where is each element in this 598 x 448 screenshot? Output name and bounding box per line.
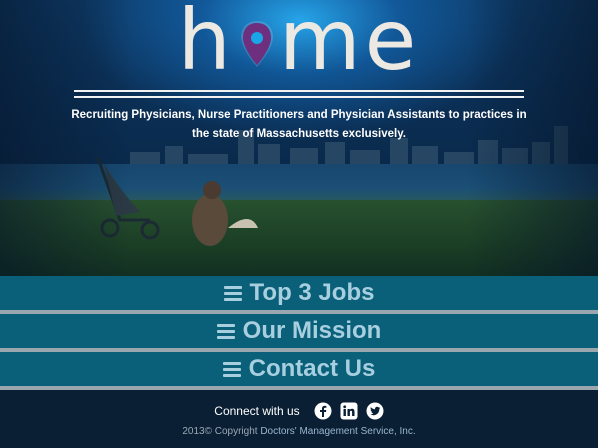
logo-text-right: me xyxy=(278,0,421,89)
logo-text-left: h xyxy=(177,0,235,89)
location-pin-icon xyxy=(235,0,279,67)
tagline: Recruiting Physicians, Nurse Practitione… xyxy=(71,109,527,140)
copyright: 2013© Copyright Doctors' Management Serv… xyxy=(0,426,598,437)
menu-item-our-mission[interactable]: Our Mission xyxy=(0,314,598,352)
copyright-prefix: 2013© Copyright xyxy=(182,426,258,437)
menu-icon xyxy=(216,321,235,342)
divider-top xyxy=(74,90,524,92)
park-scene xyxy=(96,157,258,246)
menu-item-label: Top 3 Jobs xyxy=(249,279,375,306)
connect-row: Connect with us xyxy=(0,402,598,420)
company-link[interactable]: Doctors' Management Service, Inc. xyxy=(260,426,415,437)
menu-icon xyxy=(223,283,242,304)
facebook-icon[interactable] xyxy=(314,402,332,420)
hero-banner: h me Recruiting Physicians, Nurse Practi… xyxy=(0,0,598,276)
site-logo[interactable]: h me xyxy=(0,0,598,90)
divider-bottom xyxy=(74,96,524,98)
main-menu: Top 3 Jobs Our Mission Contact Us xyxy=(0,276,598,390)
connect-label: Connect with us xyxy=(214,404,300,418)
menu-item-contact-us[interactable]: Contact Us xyxy=(0,352,598,390)
menu-icon xyxy=(222,359,241,380)
linkedin-icon[interactable] xyxy=(340,402,358,420)
social-links xyxy=(314,402,384,420)
menu-item-label: Contact Us xyxy=(248,355,376,382)
menu-item-label: Our Mission xyxy=(242,317,382,344)
menu-item-top-3-jobs[interactable]: Top 3 Jobs xyxy=(0,276,598,314)
twitter-icon[interactable] xyxy=(366,402,384,420)
footer: Connect with us 2013© Copyright Doctors'… xyxy=(0,390,598,448)
